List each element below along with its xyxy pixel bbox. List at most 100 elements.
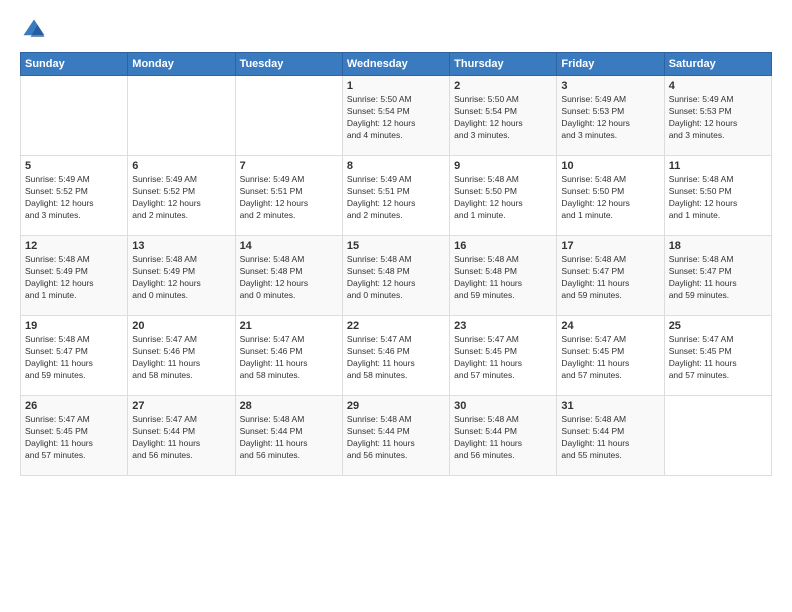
page: SundayMondayTuesdayWednesdayThursdayFrid… (0, 0, 792, 612)
day-info: Sunrise: 5:48 AM Sunset: 5:47 PM Dayligh… (561, 254, 659, 302)
logo-icon (20, 16, 48, 44)
calendar-cell: 8 Sunrise: 5:49 AM Sunset: 5:51 PM Daylig… (342, 156, 449, 236)
day-info: Sunrise: 5:48 AM Sunset: 5:48 PM Dayligh… (454, 254, 552, 302)
weekday-header-saturday: Saturday (664, 53, 771, 76)
weekday-header-row: SundayMondayTuesdayWednesdayThursdayFrid… (21, 53, 772, 76)
day-number: 11 (669, 160, 767, 172)
calendar-cell: 12 Sunrise: 5:48 AM Sunset: 5:49 PM Dayli… (21, 236, 128, 316)
calendar-header: SundayMondayTuesdayWednesdayThursdayFrid… (21, 53, 772, 76)
day-info: Sunrise: 5:49 AM Sunset: 5:53 PM Dayligh… (669, 94, 767, 142)
day-info: Sunrise: 5:48 AM Sunset: 5:44 PM Dayligh… (240, 414, 338, 462)
day-number: 6 (132, 160, 230, 172)
calendar-cell: 9 Sunrise: 5:48 AM Sunset: 5:50 PM Daylig… (450, 156, 557, 236)
day-number: 9 (454, 160, 552, 172)
calendar-cell (128, 76, 235, 156)
calendar-cell: 26 Sunrise: 5:47 AM Sunset: 5:45 PM Dayli… (21, 396, 128, 476)
day-info: Sunrise: 5:47 AM Sunset: 5:45 PM Dayligh… (25, 414, 123, 462)
day-info: Sunrise: 5:47 AM Sunset: 5:45 PM Dayligh… (561, 334, 659, 382)
day-info: Sunrise: 5:49 AM Sunset: 5:52 PM Dayligh… (132, 174, 230, 222)
logo (20, 16, 52, 44)
day-number: 20 (132, 320, 230, 332)
calendar-cell: 14 Sunrise: 5:48 AM Sunset: 5:48 PM Dayli… (235, 236, 342, 316)
day-number: 26 (25, 400, 123, 412)
calendar-cell: 31 Sunrise: 5:48 AM Sunset: 5:44 PM Dayli… (557, 396, 664, 476)
day-number: 3 (561, 80, 659, 92)
day-info: Sunrise: 5:48 AM Sunset: 5:49 PM Dayligh… (25, 254, 123, 302)
day-number: 21 (240, 320, 338, 332)
day-info: Sunrise: 5:47 AM Sunset: 5:45 PM Dayligh… (669, 334, 767, 382)
calendar-cell: 1 Sunrise: 5:50 AM Sunset: 5:54 PM Daylig… (342, 76, 449, 156)
calendar-cell: 15 Sunrise: 5:48 AM Sunset: 5:48 PM Dayli… (342, 236, 449, 316)
calendar-cell: 25 Sunrise: 5:47 AM Sunset: 5:45 PM Dayli… (664, 316, 771, 396)
calendar-cell: 19 Sunrise: 5:48 AM Sunset: 5:47 PM Dayli… (21, 316, 128, 396)
calendar-cell (235, 76, 342, 156)
day-number: 4 (669, 80, 767, 92)
day-info: Sunrise: 5:48 AM Sunset: 5:48 PM Dayligh… (347, 254, 445, 302)
day-info: Sunrise: 5:47 AM Sunset: 5:46 PM Dayligh… (240, 334, 338, 382)
day-number: 8 (347, 160, 445, 172)
day-number: 2 (454, 80, 552, 92)
calendar-cell: 4 Sunrise: 5:49 AM Sunset: 5:53 PM Daylig… (664, 76, 771, 156)
day-info: Sunrise: 5:48 AM Sunset: 5:48 PM Dayligh… (240, 254, 338, 302)
day-info: Sunrise: 5:48 AM Sunset: 5:50 PM Dayligh… (454, 174, 552, 222)
day-number: 14 (240, 240, 338, 252)
calendar-body: 1 Sunrise: 5:50 AM Sunset: 5:54 PM Daylig… (21, 76, 772, 476)
calendar-cell: 7Sunrise: 5:49 AM Sunset: 5:51 PM Daylig… (235, 156, 342, 236)
calendar-cell: 17 Sunrise: 5:48 AM Sunset: 5:47 PM Dayli… (557, 236, 664, 316)
calendar-cell: 27Sunrise: 5:47 AM Sunset: 5:44 PM Dayli… (128, 396, 235, 476)
calendar-cell: 29 Sunrise: 5:48 AM Sunset: 5:44 PM Dayli… (342, 396, 449, 476)
calendar-cell: 28 Sunrise: 5:48 AM Sunset: 5:44 PM Dayli… (235, 396, 342, 476)
calendar-week-row: 19 Sunrise: 5:48 AM Sunset: 5:47 PM Dayli… (21, 316, 772, 396)
day-number: 17 (561, 240, 659, 252)
day-number: 24 (561, 320, 659, 332)
calendar-cell: 11Sunrise: 5:48 AM Sunset: 5:50 PM Dayli… (664, 156, 771, 236)
weekday-header-wednesday: Wednesday (342, 53, 449, 76)
day-number: 27 (132, 400, 230, 412)
day-info: Sunrise: 5:49 AM Sunset: 5:52 PM Dayligh… (25, 174, 123, 222)
calendar-cell: 20 Sunrise: 5:47 AM Sunset: 5:46 PM Dayli… (128, 316, 235, 396)
day-info: Sunrise: 5:48 AM Sunset: 5:50 PM Dayligh… (561, 174, 659, 222)
day-number: 5 (25, 160, 123, 172)
day-info: Sunrise: 5:48 AM Sunset: 5:44 PM Dayligh… (454, 414, 552, 462)
day-number: 12 (25, 240, 123, 252)
header (20, 16, 772, 44)
weekday-header-friday: Friday (557, 53, 664, 76)
day-info: Sunrise: 5:47 AM Sunset: 5:46 PM Dayligh… (132, 334, 230, 382)
day-number: 19 (25, 320, 123, 332)
day-number: 25 (669, 320, 767, 332)
weekday-header-tuesday: Tuesday (235, 53, 342, 76)
weekday-header-sunday: Sunday (21, 53, 128, 76)
calendar-week-row: 26 Sunrise: 5:47 AM Sunset: 5:45 PM Dayli… (21, 396, 772, 476)
calendar-cell (21, 76, 128, 156)
day-info: Sunrise: 5:50 AM Sunset: 5:54 PM Dayligh… (347, 94, 445, 142)
day-info: Sunrise: 5:50 AM Sunset: 5:54 PM Dayligh… (454, 94, 552, 142)
day-info: Sunrise: 5:48 AM Sunset: 5:47 PM Dayligh… (25, 334, 123, 382)
calendar-cell: 2 Sunrise: 5:50 AM Sunset: 5:54 PM Daylig… (450, 76, 557, 156)
day-number: 31 (561, 400, 659, 412)
calendar-week-row: 12 Sunrise: 5:48 AM Sunset: 5:49 PM Dayli… (21, 236, 772, 316)
calendar-cell: 30 Sunrise: 5:48 AM Sunset: 5:44 PM Dayli… (450, 396, 557, 476)
day-info: Sunrise: 5:48 AM Sunset: 5:44 PM Dayligh… (347, 414, 445, 462)
day-number: 18 (669, 240, 767, 252)
weekday-header-monday: Monday (128, 53, 235, 76)
day-info: Sunrise: 5:49 AM Sunset: 5:51 PM Dayligh… (347, 174, 445, 222)
calendar-cell: 5 Sunrise: 5:49 AM Sunset: 5:52 PM Daylig… (21, 156, 128, 236)
day-info: Sunrise: 5:47 AM Sunset: 5:45 PM Dayligh… (454, 334, 552, 382)
day-number: 1 (347, 80, 445, 92)
calendar-cell: 13Sunrise: 5:48 AM Sunset: 5:49 PM Dayli… (128, 236, 235, 316)
day-number: 10 (561, 160, 659, 172)
day-number: 13 (132, 240, 230, 252)
calendar-cell: 21 Sunrise: 5:47 AM Sunset: 5:46 PM Dayli… (235, 316, 342, 396)
calendar-cell (664, 396, 771, 476)
day-info: Sunrise: 5:47 AM Sunset: 5:46 PM Dayligh… (347, 334, 445, 382)
day-number: 15 (347, 240, 445, 252)
day-number: 28 (240, 400, 338, 412)
calendar-cell: 3 Sunrise: 5:49 AM Sunset: 5:53 PM Daylig… (557, 76, 664, 156)
day-number: 30 (454, 400, 552, 412)
calendar-table: SundayMondayTuesdayWednesdayThursdayFrid… (20, 52, 772, 476)
calendar-cell: 10 Sunrise: 5:48 AM Sunset: 5:50 PM Dayli… (557, 156, 664, 236)
day-info: Sunrise: 5:48 AM Sunset: 5:44 PM Dayligh… (561, 414, 659, 462)
day-info: Sunrise: 5:49 AM Sunset: 5:53 PM Dayligh… (561, 94, 659, 142)
calendar-cell: 23Sunrise: 5:47 AM Sunset: 5:45 PM Dayli… (450, 316, 557, 396)
day-number: 29 (347, 400, 445, 412)
